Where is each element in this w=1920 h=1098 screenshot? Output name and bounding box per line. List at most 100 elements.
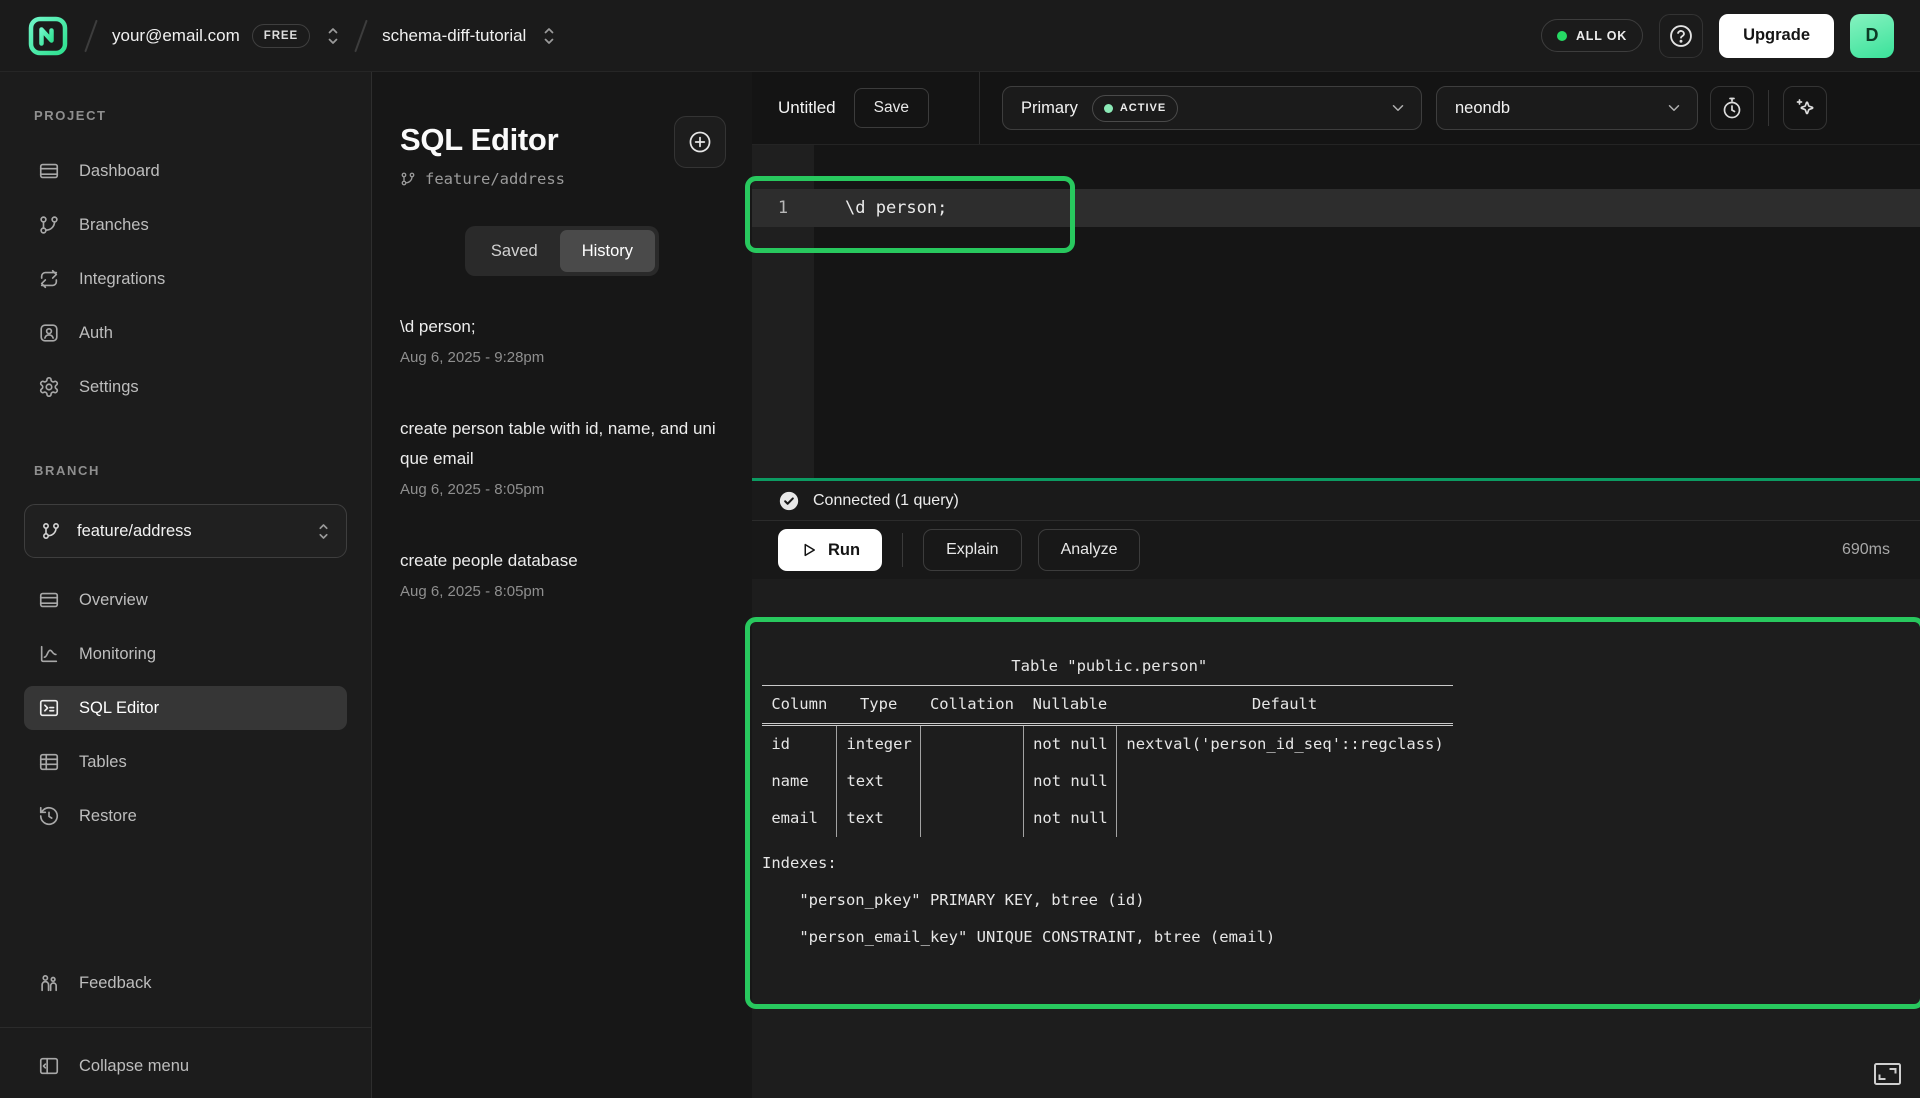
expand-results-button[interactable]: [1873, 1062, 1902, 1086]
sidebar-item-monitoring[interactable]: Monitoring: [24, 632, 347, 676]
history-item[interactable]: \d person; Aug 6, 2025 - 9:28pm: [400, 312, 724, 366]
run-button[interactable]: Run: [778, 529, 882, 571]
column-header: Collation: [921, 686, 1024, 725]
compute-select-value: Primary: [1021, 99, 1078, 118]
compute-select[interactable]: Primary ACTIVE: [1002, 86, 1422, 130]
index-entry: "person_pkey" PRIMARY KEY, btree (id): [762, 882, 1920, 919]
question-circle-icon: [1668, 23, 1694, 49]
history-query: \d person;: [400, 312, 722, 342]
sidebar-item-branches[interactable]: Branches: [24, 203, 347, 247]
saved-history-tabs: Saved History: [465, 226, 659, 276]
history-query: create people database: [400, 546, 722, 576]
active-dot-icon: [1104, 104, 1113, 113]
project-switcher[interactable]: schema-diff-tutorial: [382, 26, 556, 46]
sidebar-item-dashboard[interactable]: Dashboard: [24, 149, 347, 193]
stopwatch-icon: [1720, 96, 1744, 120]
result-table-title: Table "public.person": [762, 648, 1457, 685]
line-number: 1: [752, 198, 814, 218]
play-icon: [800, 541, 818, 559]
query-results-panel[interactable]: Table "public.person" Column Type Collat…: [752, 579, 1920, 1098]
header-divider: [1768, 90, 1769, 126]
cell: email: [762, 800, 837, 837]
connection-status-text: Connected (1 query): [813, 492, 959, 510]
sidebar-item-tables[interactable]: Tables: [24, 740, 347, 784]
query-tab-name[interactable]: Untitled: [778, 98, 836, 118]
sidebar-item-sql-editor[interactable]: SQL Editor: [24, 686, 347, 730]
tab-history[interactable]: History: [560, 230, 655, 272]
breadcrumb-divider: [354, 19, 368, 52]
collapse-menu-button[interactable]: Collapse menu: [24, 1044, 347, 1088]
sql-editor-icon: [38, 697, 60, 719]
sql-editor-list-panel: SQL Editor feature/address Saved History…: [372, 72, 752, 1098]
status-label: ALL OK: [1576, 29, 1627, 43]
table-row: email text not null: [762, 800, 1453, 837]
help-button[interactable]: [1659, 14, 1703, 58]
cell: [921, 800, 1024, 837]
branch-name: feature/address: [425, 170, 565, 188]
cell: [1117, 763, 1453, 800]
column-header: Type: [837, 686, 921, 725]
breadcrumb-divider: [84, 19, 98, 52]
query-actions-bar: Run Explain Analyze 690ms: [752, 521, 1920, 579]
sidebar-item-restore[interactable]: Restore: [24, 794, 347, 838]
history-item[interactable]: create person table with id, name, and u…: [400, 414, 724, 498]
chevron-down-icon: [1389, 99, 1407, 117]
sidebar-item-feedback[interactable]: Feedback: [24, 961, 347, 1005]
system-status-pill[interactable]: ALL OK: [1541, 19, 1643, 52]
branch-selector-value: feature/address: [77, 522, 192, 541]
history-item[interactable]: create people database Aug 6, 2025 - 8:0…: [400, 546, 724, 600]
neon-logo-icon[interactable]: [26, 14, 70, 58]
result-table: Column Type Collation Nullable Default i…: [762, 685, 1453, 837]
explain-button[interactable]: Explain: [923, 529, 1021, 571]
history-date: Aug 6, 2025 - 9:28pm: [400, 349, 724, 366]
database-select[interactable]: neondb: [1436, 86, 1698, 130]
branch-selector[interactable]: feature/address: [24, 504, 347, 558]
query-timing-button[interactable]: [1710, 86, 1754, 130]
user-avatar[interactable]: D: [1850, 14, 1894, 58]
sidebar-item-label: Tables: [79, 753, 127, 772]
actions-divider: [902, 533, 903, 567]
current-branch-label: feature/address: [400, 170, 724, 188]
query-result-output: Table "public.person" Column Type Collat…: [750, 622, 1920, 956]
sidebar-item-settings[interactable]: Settings: [24, 365, 347, 409]
sidebar-item-label: Restore: [79, 807, 137, 826]
cell: [921, 763, 1024, 800]
settings-icon: [38, 376, 60, 398]
chevron-down-icon: [1665, 99, 1683, 117]
code-text: \d person;: [845, 198, 947, 218]
analyze-button[interactable]: Analyze: [1038, 529, 1141, 571]
overview-icon: [38, 589, 60, 611]
sidebar-item-label: Branches: [79, 216, 149, 235]
sidebar-item-integrations[interactable]: Integrations: [24, 257, 347, 301]
account-switcher[interactable]: your@email.com FREE: [112, 24, 340, 48]
workspace-header: Untitled Save Primary ACTIVE neondb: [752, 72, 1920, 145]
result-header-row: Column Type Collation Nullable Default: [762, 686, 1453, 725]
git-branch-icon: [41, 521, 61, 541]
sidebar-item-overview[interactable]: Overview: [24, 578, 347, 622]
table-row: name text not null: [762, 763, 1453, 800]
cell: integer: [837, 725, 921, 764]
sidebar-item-label: Integrations: [79, 270, 165, 289]
sidebar-item-label: Auth: [79, 324, 113, 343]
cell: name: [762, 763, 837, 800]
tab-saved[interactable]: Saved: [469, 230, 560, 272]
git-branch-icon: [400, 171, 416, 187]
column-header: Default: [1117, 686, 1453, 725]
sidebar-item-auth[interactable]: Auth: [24, 311, 347, 355]
cell: nextval('person_id_seq'::regclass): [1117, 725, 1453, 764]
sidebar-item-label: Feedback: [79, 974, 151, 993]
dashboard-icon: [38, 160, 60, 182]
history-date: Aug 6, 2025 - 8:05pm: [400, 481, 724, 498]
cell: not null: [1023, 800, 1116, 837]
save-button[interactable]: Save: [854, 88, 929, 128]
project-section-label: PROJECT: [34, 108, 347, 123]
monitoring-icon: [38, 643, 60, 665]
sql-code-editor[interactable]: 1 \d person;: [752, 145, 1920, 478]
new-query-button[interactable]: [674, 116, 726, 168]
select-chevrons-icon: [542, 26, 556, 46]
project-name: schema-diff-tutorial: [382, 26, 526, 46]
plus-circle-icon: [687, 129, 713, 155]
upgrade-button[interactable]: Upgrade: [1719, 14, 1834, 58]
ai-assist-button[interactable]: [1783, 86, 1827, 130]
expand-icon: [1873, 1062, 1902, 1086]
